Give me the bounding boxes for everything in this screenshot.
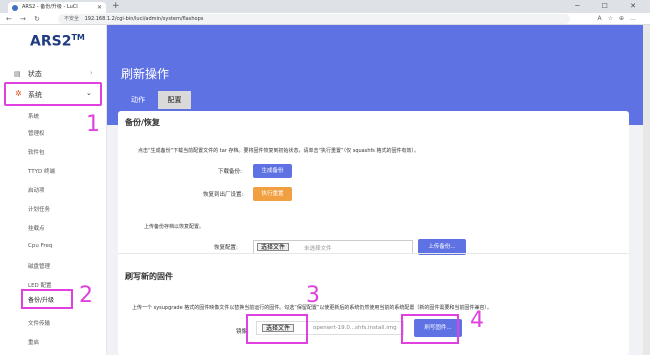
tab-actions[interactable]: 动作 <box>131 95 145 105</box>
not-secure-label: 不安全 <box>64 16 80 22</box>
tab-title: ARS2 - 备份/升级 - LuCI <box>22 4 78 10</box>
main-content: 刷新操作 动作 配置 备份/恢复 点击“生成备份”下载当前配置文件的 tar 存… <box>107 25 643 355</box>
perform-reset-button[interactable]: 执行重置 <box>253 187 292 201</box>
sidebar-subitem-cpufreq[interactable]: Cpu Freq <box>28 243 52 249</box>
address-bar[interactable]: 不安全 192.168.1.2/cgi-bin/luci/admin/syste… <box>58 14 570 24</box>
screen: ARS2 - 备份/升级 - LuCI ✕ + ─ ☐ ✕ ← → ↻ 不安全 … <box>0 0 650 355</box>
page-header: 刷新操作 动作 配置 <box>107 25 643 125</box>
backup-file-input[interactable]: 选择文件 未选择文件 <box>253 240 413 254</box>
divider <box>118 253 629 254</box>
flash-card: 备份/恢复 点击“生成备份”下载当前配置文件的 tar 存档。要将固件恢复到初始… <box>118 111 629 355</box>
sidebar-item-label: 状态 <box>27 70 42 78</box>
backup-description: 点击“生成备份”下载当前配置文件的 tar 存档。要将固件恢复到初始状态，请单击… <box>138 148 419 154</box>
chevron-down-icon: ⌄ <box>86 89 92 97</box>
browser-toolbar: ← → ↻ 不安全 192.168.1.2/cgi-bin/luci/admin… <box>0 13 650 25</box>
annotation-box-choose-file <box>246 314 308 344</box>
sidebar-item-status[interactable]: ▤ 状态 › <box>14 69 93 79</box>
sidebar-subitem-system[interactable]: 系统 <box>28 112 39 120</box>
upload-backup-description: 上传备份存档以恢复配置。 <box>144 224 205 230</box>
forward-icon[interactable]: → <box>20 13 26 25</box>
sidebar-subitem-software[interactable]: 软件包 <box>28 148 45 156</box>
sidebar-subitem-crontab[interactable]: 计划任务 <box>28 205 50 213</box>
sidebar-item-label: 备份/升级 <box>28 297 55 304</box>
new-tab-button[interactable]: + <box>112 0 120 13</box>
restore-config-label: 恢复配置: <box>214 245 238 251</box>
choose-file-button[interactable]: 选择文件 <box>257 243 290 251</box>
sidebar-item-label: 系统 <box>28 91 42 99</box>
page-title: 刷新操作 <box>121 67 170 81</box>
annotation-number-2: 2 <box>79 283 93 308</box>
url-text: 192.168.1.2/cgi-bin/luci/admin/system/fl… <box>84 16 204 22</box>
generate-backup-button[interactable]: 生成备份 <box>253 164 292 178</box>
sidebar-subitem-backup-upgrade[interactable]: 备份/升级 <box>21 289 73 309</box>
sidebar-subitem-led[interactable]: LED 配置 <box>28 281 52 289</box>
luci-favicon-icon <box>12 5 18 11</box>
backup-section-title: 备份/恢复 <box>125 118 160 127</box>
reload-icon[interactable]: ↻ <box>34 13 40 25</box>
window-controls[interactable]: ─ ☐ ✕ <box>575 0 646 13</box>
sidebar-item-system[interactable]: ✲ 系统 ⌄ <box>4 82 102 106</box>
download-backup-label: 下载备份: <box>218 169 242 175</box>
sidebar-subitem-file-transfer[interactable]: 文件传输 <box>28 319 50 327</box>
sidebar-subitem-reboot[interactable]: 重启 <box>28 338 39 346</box>
browser-tabstrip: ARS2 - 备份/升级 - LuCI ✕ + ─ ☐ ✕ <box>0 0 650 13</box>
sidebar-subitem-ttyd[interactable]: TTYD 终端 <box>28 167 55 175</box>
annotation-number-1: 1 <box>86 112 100 137</box>
annotation-number-4: 4 <box>470 308 484 333</box>
browser-tab[interactable]: ARS2 - 备份/升级 - LuCI ✕ <box>8 2 106 13</box>
firmware-file-name: openwrt-19.0...shfs.install.img <box>313 325 397 331</box>
sidebar-subitem-disk[interactable]: 磁盘管理 <box>28 262 50 270</box>
annotation-box-flash <box>401 314 459 344</box>
back-icon[interactable]: ← <box>6 13 12 25</box>
brand-logo: ARS2TM <box>30 33 85 50</box>
sidebar-subitem-mounts[interactable]: 挂载点 <box>28 224 45 232</box>
sidebar-subitem-admin[interactable]: 管理权 <box>28 129 45 137</box>
tab-close-icon[interactable]: ✕ <box>97 2 102 13</box>
chevron-right-icon: › <box>90 69 93 77</box>
gear-icon: ✲ <box>15 89 22 98</box>
dashboard-icon: ▤ <box>14 70 21 78</box>
no-file-text: 未选择文件 <box>304 246 332 252</box>
flash-section-title: 刷写新的固件 <box>125 272 173 281</box>
annotation-number-3: 3 <box>306 283 320 308</box>
toolbar-icons[interactable]: A☆⊕… <box>597 13 642 25</box>
tab-configuration[interactable]: 配置 <box>158 91 191 109</box>
factory-reset-label: 恢复到出厂设置: <box>203 192 244 198</box>
sidebar-subitem-startup[interactable]: 启动项 <box>28 186 45 194</box>
